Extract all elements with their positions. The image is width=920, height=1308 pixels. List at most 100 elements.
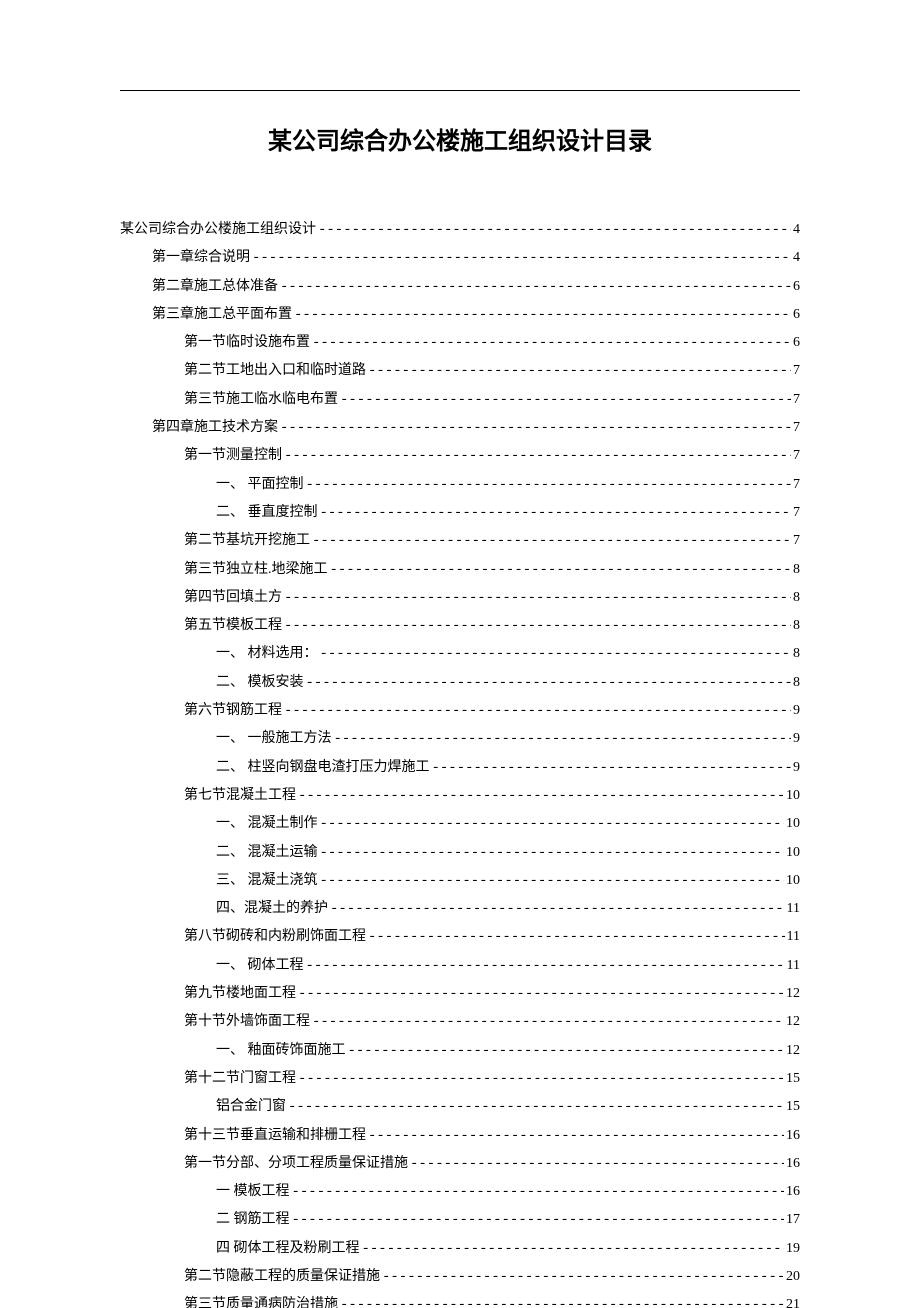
toc-page-number: 9 [793,725,800,752]
toc-label: 二、 垂直度控制 [216,499,318,526]
toc-row: 第八节砌砖和内粉刷饰面工程 --------------------------… [120,923,800,951]
toc-leader: ----------------------------------------… [432,755,792,782]
toc-row: 二、 模板安装 --------------------------------… [120,669,800,697]
toc-row: 第十节外墙饰面工程 ------------------------------… [120,1008,800,1036]
toc-page-number: 12 [786,1037,800,1064]
toc-leader: ----------------------------------------… [292,1207,785,1234]
toc-leader: ----------------------------------------… [306,670,792,697]
toc-page-number: 10 [786,839,800,866]
toc-label: 一、 平面控制 [216,471,304,498]
table-of-contents: 某公司综合办公楼施工组织设计 -------------------------… [120,216,800,1308]
toc-page-number: 7 [793,499,800,526]
toc-row: 第七节混凝土工程 -------------------------------… [120,782,800,810]
toc-row: 四 砌体工程及粉刷工程 ----------------------------… [120,1235,800,1263]
toc-leader: ----------------------------------------… [280,415,791,442]
toc-page-number: 6 [793,301,800,328]
toc-leader: ----------------------------------------… [320,811,785,838]
toc-leader: ----------------------------------------… [318,217,791,244]
toc-label: 某公司综合办公楼施工组织设计 [120,216,316,243]
toc-leader: ----------------------------------------… [320,641,792,668]
toc-leader: ----------------------------------------… [340,387,791,414]
toc-row: 第二节基坑开挖施工 ------------------------------… [120,527,800,555]
toc-page-number: 8 [793,584,800,611]
toc-label: 一、 混凝土制作 [216,810,318,837]
toc-label: 一、 釉面砖饰面施工 [216,1037,346,1064]
header-rule [120,90,800,91]
toc-label: 第七节混凝土工程 [184,782,296,809]
toc-page-number: 15 [786,1065,800,1092]
toc-row: 一 模板工程 ---------------------------------… [120,1178,800,1206]
toc-row: 一、 混凝土制作 -------------------------------… [120,810,800,838]
toc-row: 第十三节垂直运输和排栅工程 --------------------------… [120,1122,800,1150]
toc-page-number: 16 [786,1150,800,1177]
toc-page-number: 19 [786,1235,800,1262]
toc-label: 一 模板工程 [216,1178,290,1205]
toc-row: 第一节分部、分项工程质量保证措施 -----------------------… [120,1150,800,1178]
toc-row: 二、 垂直度控制 -------------------------------… [120,499,800,527]
toc-row: 第一节临时设施布置 ------------------------------… [120,329,800,357]
toc-label: 第二章施工总体准备 [152,273,278,300]
toc-row: 第九节楼地面工程 -------------------------------… [120,980,800,1008]
toc-row: 一、 釉面砖饰面施工 -----------------------------… [120,1037,800,1065]
toc-row: 第四节回填土方 --------------------------------… [120,584,800,612]
toc-page-number: 6 [793,273,800,300]
toc-row: 二、 柱竖向钢盘电渣打压力焊施工 -----------------------… [120,754,800,782]
toc-row: 二 钢筋工程 ---------------------------------… [120,1206,800,1234]
toc-page-number: 7 [793,414,800,441]
toc-page-number: 8 [793,669,800,696]
toc-label: 第十二节门窗工程 [184,1065,296,1092]
toc-page-number: 8 [793,640,800,667]
toc-page-number: 8 [793,612,800,639]
toc-label: 第九节楼地面工程 [184,980,296,1007]
toc-row: 一、 砌体工程 --------------------------------… [120,952,800,980]
toc-label: 第一章综合说明 [152,244,250,271]
toc-leader: ----------------------------------------… [288,1094,784,1121]
toc-label: 第十三节垂直运输和排栅工程 [184,1122,366,1149]
toc-label: 一、 一般施工方法 [216,725,332,752]
toc-row: 第三节施工临水临电布置 ----------------------------… [120,386,800,414]
toc-leader: ----------------------------------------… [334,726,792,753]
toc-leader: ----------------------------------------… [340,1292,784,1308]
toc-row: 一、 材料选用： -------------------------------… [120,640,800,668]
toc-label: 第二节隐蔽工程的质量保证措施 [184,1263,380,1290]
toc-row: 第三节独立柱.地梁施工 ----------------------------… [120,556,800,584]
toc-page-number: 9 [793,754,800,781]
toc-leader: ----------------------------------------… [320,868,785,895]
toc-label: 第一节分部、分项工程质量保证措施 [184,1150,408,1177]
toc-page-number: 4 [793,244,800,271]
toc-row: 第三章施工总平面布置 -----------------------------… [120,301,800,329]
toc-leader: ----------------------------------------… [280,274,791,301]
toc-label: 第二节工地出入口和临时道路 [184,357,366,384]
toc-leader: ----------------------------------------… [368,1123,784,1150]
toc-row: 第六节钢筋工程 --------------------------------… [120,697,800,725]
toc-row: 第一节测量控制 --------------------------------… [120,442,800,470]
toc-leader: ----------------------------------------… [306,472,792,499]
toc-page-number: 21 [786,1291,800,1308]
toc-leader: ----------------------------------------… [284,443,791,470]
toc-label: 第二节基坑开挖施工 [184,527,310,554]
toc-leader: ----------------------------------------… [368,358,791,385]
toc-label: 铝合金门窗 [216,1093,286,1120]
toc-page-number: 16 [786,1178,800,1205]
toc-leader: ----------------------------------------… [284,613,791,640]
toc-leader: ----------------------------------------… [298,783,784,810]
toc-label: 第三节质量通病防治措施 [184,1291,338,1308]
toc-page-number: 7 [793,471,800,498]
toc-label: 第六节钢筋工程 [184,697,282,724]
toc-page-number: 8 [793,556,800,583]
toc-label: 二 钢筋工程 [216,1206,290,1233]
toc-leader: ----------------------------------------… [298,981,784,1008]
toc-row: 铝合金门窗 ----------------------------------… [120,1093,800,1121]
toc-page-number: 7 [793,442,800,469]
toc-label: 第八节砌砖和内粉刷饰面工程 [184,923,366,950]
toc-leader: ----------------------------------------… [362,1236,785,1263]
toc-label: 二、 柱竖向钢盘电渣打压力焊施工 [216,754,430,781]
toc-leader: ----------------------------------------… [312,330,791,357]
toc-leader: ----------------------------------------… [252,245,791,272]
document-title: 某公司综合办公楼施工组织设计目录 [120,121,800,156]
toc-label: 第一节测量控制 [184,442,282,469]
toc-leader: ----------------------------------------… [410,1151,784,1178]
toc-page-number: 10 [786,867,800,894]
toc-row: 第四章施工技术方案 ------------------------------… [120,414,800,442]
toc-page-number: 9 [793,697,800,724]
